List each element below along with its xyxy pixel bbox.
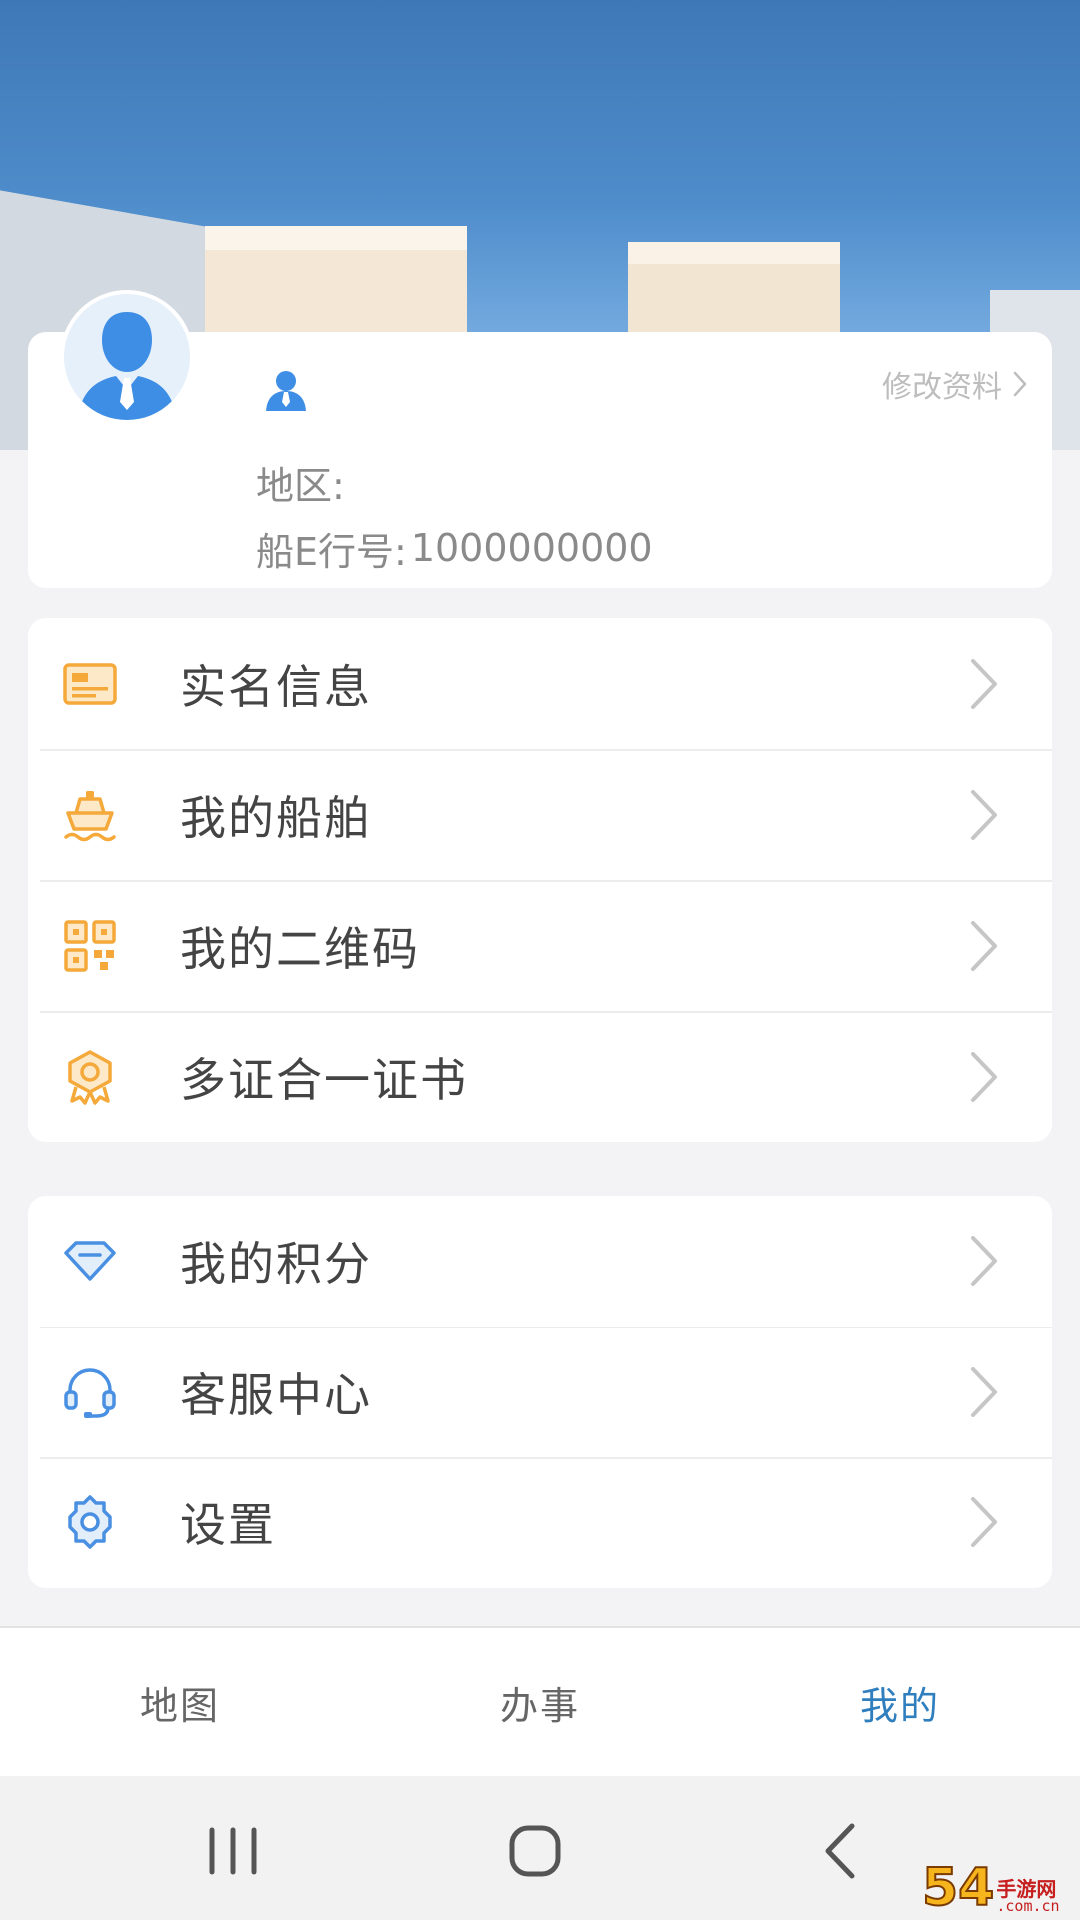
menu-item-real-name-info[interactable]: 实名信息 [28,618,1052,749]
region-label: 地区: [256,463,345,508]
chevron-right-icon [971,1236,997,1287]
account-label: 船E行号: [256,529,407,574]
avatar[interactable] [60,290,194,424]
watermark-line-1: 手游网 [996,1877,1057,1901]
headset-icon [64,1368,116,1418]
chevron-right-icon [971,1051,997,1102]
qr-code-icon [64,919,116,972]
chevron-right-icon [971,658,997,709]
ship-icon [64,790,116,841]
menu-item-label: 我的船舶 [180,790,372,845]
account-line: 船E行号: 1000000000 [256,523,653,574]
menu-card-primary: 实名信息 我的船舶 我的二维码 多证合一证书 [28,618,1052,1142]
menu-item-multi-certificate[interactable]: 多证合一证书 [28,1011,1052,1142]
menu-item-my-qr-code[interactable]: 我的二维码 [28,880,1052,1011]
menu-item-label: 设置 [180,1498,276,1553]
banner-building-top [628,242,840,264]
chevron-right-icon [971,1497,997,1548]
tab-mine[interactable]: 我的 [720,1628,1080,1776]
gear-icon [68,1495,112,1550]
menu-item-my-ships[interactable]: 我的船舶 [28,749,1052,880]
chevron-right-icon [971,789,997,840]
menu-item-label: 多证合一证书 [180,1052,468,1107]
chevron-right-icon [971,920,997,971]
menu-item-label: 客服中心 [180,1367,372,1422]
menu-item-label: 实名信息 [180,659,372,714]
tab-services[interactable]: 办事 [360,1628,720,1776]
menu-item-label: 我的二维码 [180,921,420,976]
system-nav-bar [0,1776,1080,1920]
recent-apps-icon[interactable] [198,1818,268,1884]
back-icon[interactable] [806,1818,876,1884]
menu-item-customer-service[interactable]: 客服中心 [28,1326,1052,1458]
avatar-person-icon [64,294,190,420]
chevron-right-icon [1013,371,1027,397]
diamond-icon [64,1241,116,1282]
menu-item-settings[interactable]: 设置 [28,1457,1052,1588]
watermark-text: 手游网 .com.cn [996,1879,1059,1914]
account-number: 1000000000 [410,526,653,570]
home-icon[interactable] [500,1818,570,1884]
menu-item-my-points[interactable]: 我的积分 [28,1196,1052,1327]
tab-map[interactable]: 地图 [0,1628,360,1776]
user-icon [266,371,306,411]
edit-profile-label: 修改资料 [882,370,1002,405]
menu-card-secondary: 我的积分 客服中心 设置 [28,1196,1052,1588]
menu-item-label: 我的积分 [180,1237,372,1292]
watermark-line-2: .com.cn [996,1897,1060,1915]
certificate-badge-icon [68,1049,112,1105]
bottom-tab-bar: 地图 办事 我的 [0,1626,1080,1776]
watermark-number: 54 [921,1858,995,1918]
chevron-right-icon [971,1366,997,1417]
id-card-icon [63,662,117,705]
edit-profile-link[interactable]: 修改资料 [882,360,1028,408]
region-line: 地区: [256,457,349,508]
banner-building-top [205,226,467,250]
watermark-logo: 54 手游网 .com.cn [921,1852,1072,1918]
